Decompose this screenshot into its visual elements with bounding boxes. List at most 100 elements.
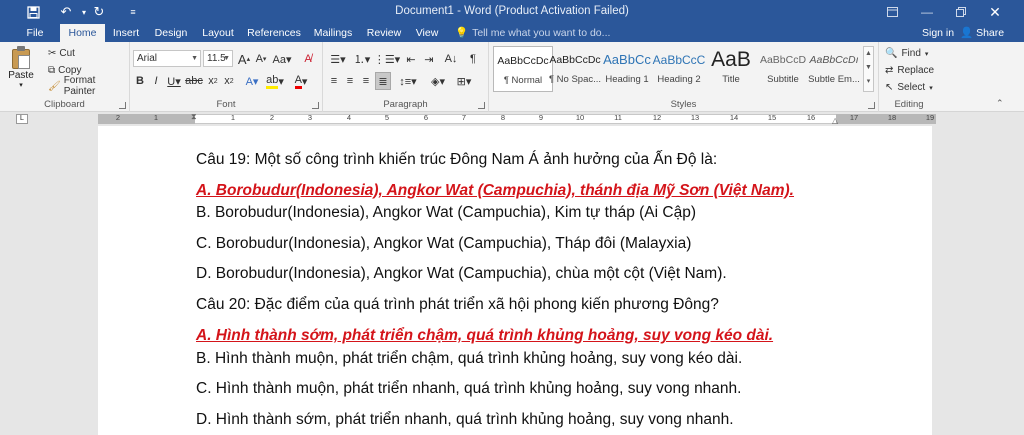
paste-icon xyxy=(10,46,32,70)
style-no-spacing[interactable]: AaBbCcDc ¶ No Spac... xyxy=(545,46,605,92)
paragraph-correct-answer[interactable]: A. Borobudur(Indonesia), Angkor Wat (Cam… xyxy=(196,182,794,200)
ruler-number: 4 xyxy=(346,113,352,122)
underline-icon[interactable]: U▾ xyxy=(165,72,183,90)
tab-layout[interactable]: Layout xyxy=(198,24,238,42)
style-heading-1[interactable]: AaBbCc Heading 1 xyxy=(597,46,657,92)
paragraph[interactable]: C. Borobudur(Indonesia), Angkor Wat (Cam… xyxy=(196,235,691,253)
styles-gallery-scroll[interactable]: ▲ ▼ ▾ xyxy=(863,46,874,92)
grow-font-icon[interactable]: A ▴ xyxy=(236,50,252,68)
restore-icon[interactable] xyxy=(944,0,978,24)
right-indent-marker-icon[interactable]: △ xyxy=(832,116,838,125)
text-effects-icon[interactable]: A▾ xyxy=(242,72,262,90)
ruler-number: 7 xyxy=(461,113,467,122)
paragraph-launcher-icon[interactable] xyxy=(478,102,485,109)
style-preview: AaBbCcDı xyxy=(809,54,859,66)
more-styles-icon[interactable]: ▾ xyxy=(864,75,873,89)
decrease-indent-icon[interactable]: ⇤ xyxy=(403,50,419,68)
superscript-icon[interactable]: x2 xyxy=(222,72,236,90)
tab-review[interactable]: Review xyxy=(364,24,404,42)
tell-me-box[interactable]: 💡 Tell me what you want to do... xyxy=(455,24,610,42)
ruler-number: 10 xyxy=(575,113,585,122)
bold-icon[interactable]: B xyxy=(133,72,147,90)
minimize-icon[interactable]: — xyxy=(910,0,944,24)
style-subtle-emphasis[interactable]: AaBbCcDı Subtle Em... xyxy=(805,46,863,92)
paintbrush-icon: 🖌 xyxy=(48,80,61,92)
format-painter-button[interactable]: 🖌 Format Painter xyxy=(48,75,129,97)
chevron-down-icon[interactable]: ▼ xyxy=(864,61,873,75)
save-icon[interactable] xyxy=(22,3,44,21)
justify-icon[interactable]: ≣ xyxy=(375,72,391,90)
ribbon-display-options-icon[interactable] xyxy=(875,0,909,24)
find-button[interactable]: 🔍 Find ▾ xyxy=(885,46,928,61)
clipboard-launcher-icon[interactable] xyxy=(119,102,126,109)
tab-insert[interactable]: Insert xyxy=(108,24,144,42)
customize-quick-access-icon[interactable]: ≡ xyxy=(122,3,144,21)
font-size-dropdown-icon: ▼ xyxy=(223,55,230,62)
subscript-icon[interactable]: x2 xyxy=(206,72,220,90)
find-dropdown-icon: ▾ xyxy=(924,50,929,58)
increase-indent-icon[interactable]: ⇥ xyxy=(421,50,437,68)
tab-selector-icon[interactable]: L xyxy=(16,114,28,124)
paragraph[interactable]: D. Borobudur(Indonesia), Angkor Wat (Cam… xyxy=(196,265,727,283)
tab-view[interactable]: View xyxy=(410,24,444,42)
font-group-label: Font xyxy=(216,99,236,110)
select-arrow-icon: ↖ xyxy=(885,82,894,93)
ruler-number: 9 xyxy=(538,113,544,122)
share-button[interactable]: 👤 Share xyxy=(960,24,1004,42)
collapse-ribbon-icon[interactable]: ⌃ xyxy=(996,98,1004,109)
tab-home[interactable]: Home xyxy=(60,24,105,42)
align-right-icon[interactable]: ≡ xyxy=(359,72,373,90)
replace-button[interactable]: ⇄ Replace xyxy=(885,63,934,78)
strikethrough-icon[interactable]: abc xyxy=(185,72,203,90)
font-family-box[interactable]: Arial ▼ xyxy=(133,50,201,67)
multilevel-list-icon[interactable]: ⋮☰▾ xyxy=(374,50,400,68)
clear-formatting-icon[interactable]: A̸ xyxy=(300,50,316,68)
align-center-icon[interactable]: ≡ xyxy=(343,72,357,90)
style-subtitle[interactable]: AaBbCcD Subtitle xyxy=(753,46,813,92)
document-page[interactable]: Câu 19: Một số công trình khiến trúc Đôn… xyxy=(98,126,932,435)
close-icon[interactable]: ✕ xyxy=(978,0,1012,24)
paragraph[interactable]: C. Hình thành muộn, phát triển nhanh, qu… xyxy=(196,380,741,398)
paste-button[interactable]: Paste ▾ xyxy=(4,46,38,94)
font-launcher-icon[interactable] xyxy=(312,102,319,109)
show-formatting-marks-icon[interactable]: ¶ xyxy=(465,50,481,68)
copy-icon: ⧉ xyxy=(48,64,56,76)
cut-button[interactable]: ✂ Cut xyxy=(48,46,75,60)
tab-references[interactable]: References xyxy=(246,24,302,42)
style-title[interactable]: AaB Title xyxy=(701,46,761,92)
paragraph[interactable]: Câu 20: Đặc điểm của quá trình phát triể… xyxy=(196,296,719,314)
change-case-icon[interactable]: Aa▾ xyxy=(272,50,292,68)
sort-icon[interactable]: A↓ xyxy=(441,50,461,68)
paragraph[interactable]: Câu 19: Một số công trình khiến trúc Đôn… xyxy=(196,151,717,169)
styles-launcher-icon[interactable] xyxy=(868,102,875,109)
style-heading-2[interactable]: AaBbCcC Heading 2 xyxy=(649,46,709,92)
ribbon-tabs: File Home Insert Design Layout Reference… xyxy=(0,24,1024,42)
sign-in-link[interactable]: Sign in xyxy=(922,24,954,42)
select-button[interactable]: ↖ Select ▾ xyxy=(885,80,933,95)
italic-icon[interactable]: I xyxy=(149,72,163,90)
redo-icon[interactable]: ↻ xyxy=(88,3,110,21)
font-color-icon[interactable]: A ▾ xyxy=(290,72,312,90)
shrink-font-icon[interactable]: A ▾ xyxy=(253,50,269,68)
paragraph[interactable]: B. Borobudur(Indonesia), Angkor Wat (Cam… xyxy=(196,204,696,222)
tab-file[interactable]: File xyxy=(20,24,50,42)
font-size-box[interactable]: 11.5 ▼ xyxy=(203,50,233,67)
text-highlight-icon[interactable]: ab ▾ xyxy=(264,72,286,90)
numbering-icon[interactable]: ⒈▾ xyxy=(351,50,373,68)
line-spacing-icon[interactable]: ↕≡▾ xyxy=(397,72,419,90)
indent-marker-icon[interactable]: ⧗ xyxy=(191,112,199,126)
paragraph-correct-answer[interactable]: A. Hình thành sớm, phát triển chậm, quá … xyxy=(196,327,773,345)
style-normal[interactable]: AaBbCcDc ¶ Normal xyxy=(493,46,553,92)
align-left-icon[interactable]: ≡ xyxy=(327,72,341,90)
shading-icon[interactable]: ◈▾ xyxy=(427,72,449,90)
tab-design[interactable]: Design xyxy=(152,24,190,42)
ruler-number: 1 xyxy=(153,113,159,122)
tab-mailings[interactable]: Mailings xyxy=(308,24,358,42)
paragraph[interactable]: B. Hình thành muộn, phát triển chậm, quá… xyxy=(196,350,742,368)
lightbulb-icon: 💡 xyxy=(455,27,469,39)
bullets-icon[interactable]: ☰▾ xyxy=(327,50,349,68)
borders-icon[interactable]: ⊞▾ xyxy=(453,72,475,90)
chevron-up-icon[interactable]: ▲ xyxy=(864,47,873,61)
style-name: Subtitle xyxy=(767,74,799,85)
paragraph[interactable]: D. Hình thành sớm, phát triển nhanh, quá… xyxy=(196,411,734,429)
